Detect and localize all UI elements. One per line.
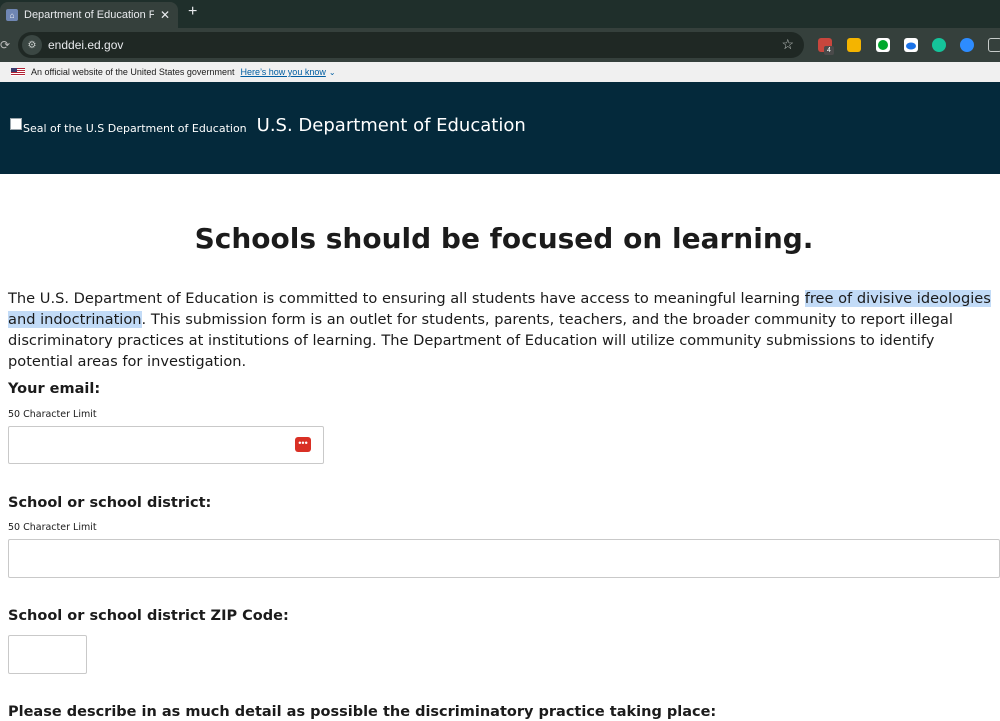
cloud-extension-icon[interactable] — [904, 38, 918, 52]
browser-tab[interactable]: ⌂ Department of Education For ✕ — [0, 2, 178, 28]
zoom-extension-icon[interactable] — [960, 38, 974, 52]
email-label: Your email: — [8, 381, 101, 397]
grammarly-extension-icon[interactable] — [932, 38, 946, 52]
extension-badge: 4 — [824, 46, 834, 55]
new-tab-button[interactable]: + — [188, 3, 197, 21]
close-tab-icon[interactable]: ✕ — [160, 8, 170, 22]
url-text[interactable]: enddei.ed.gov — [48, 38, 123, 52]
email-char-limit: 50 Character Limit — [8, 409, 97, 420]
description-label: Please describe in as much detail as pos… — [8, 704, 717, 720]
intro-text-1: The U.S. Department of Education is comm… — [8, 290, 805, 307]
notes-extension-icon[interactable] — [847, 38, 861, 52]
site-header: Seal of the U.S Department of Education … — [0, 82, 1000, 174]
browser-toolbar: ⟳ ⚙ enddei.ed.gov ☆ 4 — [0, 28, 1000, 62]
email-field[interactable] — [8, 426, 324, 464]
reload-icon[interactable]: ⟳ — [0, 38, 10, 52]
intro-paragraph: The U.S. Department of Education is comm… — [8, 288, 998, 372]
zip-label: School or school district ZIP Code: — [8, 608, 289, 624]
district-char-limit: 50 Character Limit — [8, 522, 97, 533]
browser-tab-strip: ⌂ Department of Education For ✕ + — [0, 0, 1000, 28]
department-seal-image[interactable]: Seal of the U.S Department of Education — [10, 118, 247, 135]
zip-field[interactable] — [8, 635, 87, 674]
chevron-down-icon[interactable]: ⌄ — [329, 68, 336, 77]
gov-banner-text: An official website of the United States… — [31, 67, 235, 77]
ed-favicon-icon: ⌂ — [6, 9, 18, 21]
extensions-puzzle-icon[interactable] — [988, 38, 1000, 52]
us-flag-icon — [11, 68, 25, 76]
district-field[interactable] — [8, 539, 1000, 578]
broken-image-icon — [10, 118, 22, 130]
heres-how-you-know-link[interactable]: Here’s how you know — [240, 67, 325, 77]
seal-alt-text: Seal of the U.S Department of Education — [23, 121, 247, 135]
password-manager-icon[interactable]: ••• — [295, 437, 311, 452]
district-label: School or school district: — [8, 495, 212, 511]
bookmark-star-icon[interactable]: ☆ — [781, 36, 794, 53]
gov-banner: An official website of the United States… — [0, 62, 1000, 82]
site-settings-icon[interactable]: ⚙ — [22, 35, 42, 55]
evernote-extension-icon[interactable] — [876, 38, 890, 52]
tab-title: Department of Education For — [24, 9, 154, 21]
intro-text-2: . This submission form is an outlet for … — [8, 311, 953, 370]
page-title: Schools should be focused on learning. — [194, 222, 814, 255]
address-bar[interactable]: ⚙ enddei.ed.gov ☆ — [18, 32, 804, 58]
agency-name[interactable]: U.S. Department of Education — [257, 115, 526, 136]
